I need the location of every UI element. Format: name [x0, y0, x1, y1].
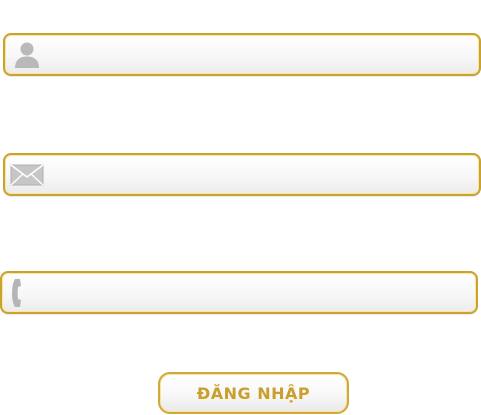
phone-icon [2, 273, 46, 312]
phone-input[interactable] [46, 273, 476, 312]
login-button-label: ĐĂNG NHẬP [196, 383, 311, 403]
envelope-icon [5, 155, 49, 194]
name-input[interactable] [49, 35, 479, 74]
phone-field[interactable] [0, 271, 478, 314]
user-icon [5, 35, 49, 74]
name-field[interactable] [3, 33, 481, 76]
email-input[interactable] [49, 155, 479, 194]
email-field[interactable] [3, 153, 481, 196]
login-button[interactable]: ĐĂNG NHẬP [158, 372, 349, 414]
